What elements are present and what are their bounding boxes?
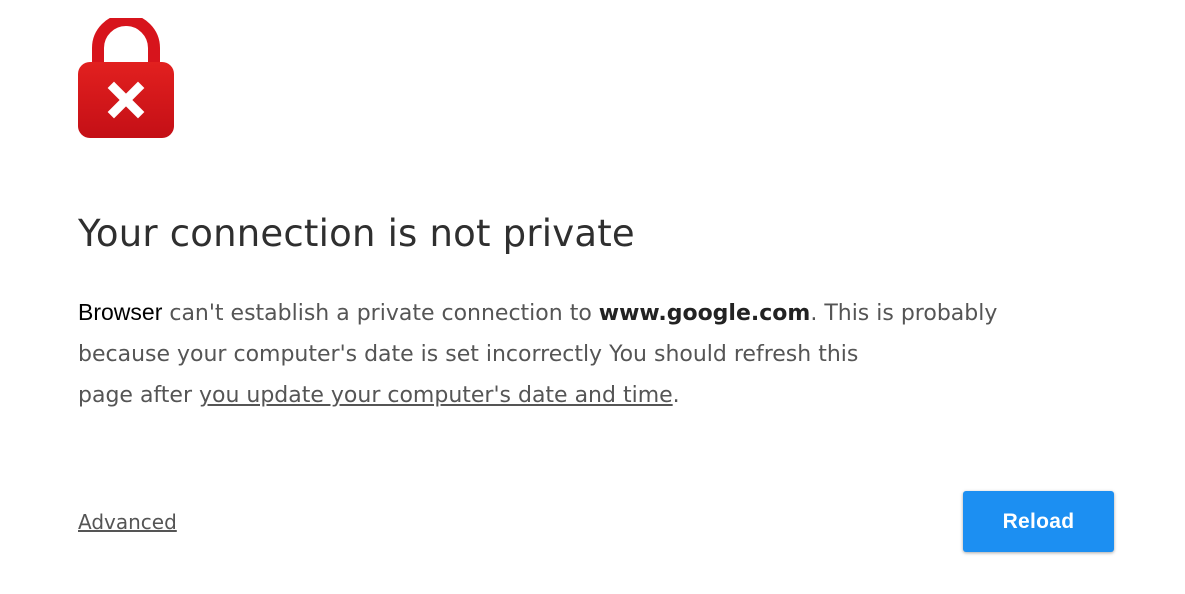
message-text-1a: can't establish a private connection to: [162, 301, 599, 326]
lock-error-icon: [76, 14, 176, 140]
message-text-3b: .: [672, 383, 680, 408]
message-line-3: page after you update your computer's da…: [78, 375, 1038, 416]
browser-name: Browser: [78, 299, 163, 325]
error-message: Browser can't establish a private connec…: [78, 292, 1038, 416]
message-text-1b: . This is probably: [810, 301, 998, 326]
lock-svg: [78, 14, 174, 138]
message-text-3a: page after: [78, 383, 199, 408]
reload-button[interactable]: Reload: [963, 491, 1114, 552]
message-line-2: because your computer's date is set inco…: [78, 342, 859, 367]
message-line-1: Browser can't establish a private connec…: [78, 292, 1038, 334]
update-date-time-link[interactable]: you update your computer's date and time: [199, 383, 673, 408]
page-title: Your connection is not private: [78, 212, 635, 255]
advanced-link[interactable]: Advanced: [78, 510, 177, 534]
domain-name: www.google.com: [598, 301, 811, 326]
